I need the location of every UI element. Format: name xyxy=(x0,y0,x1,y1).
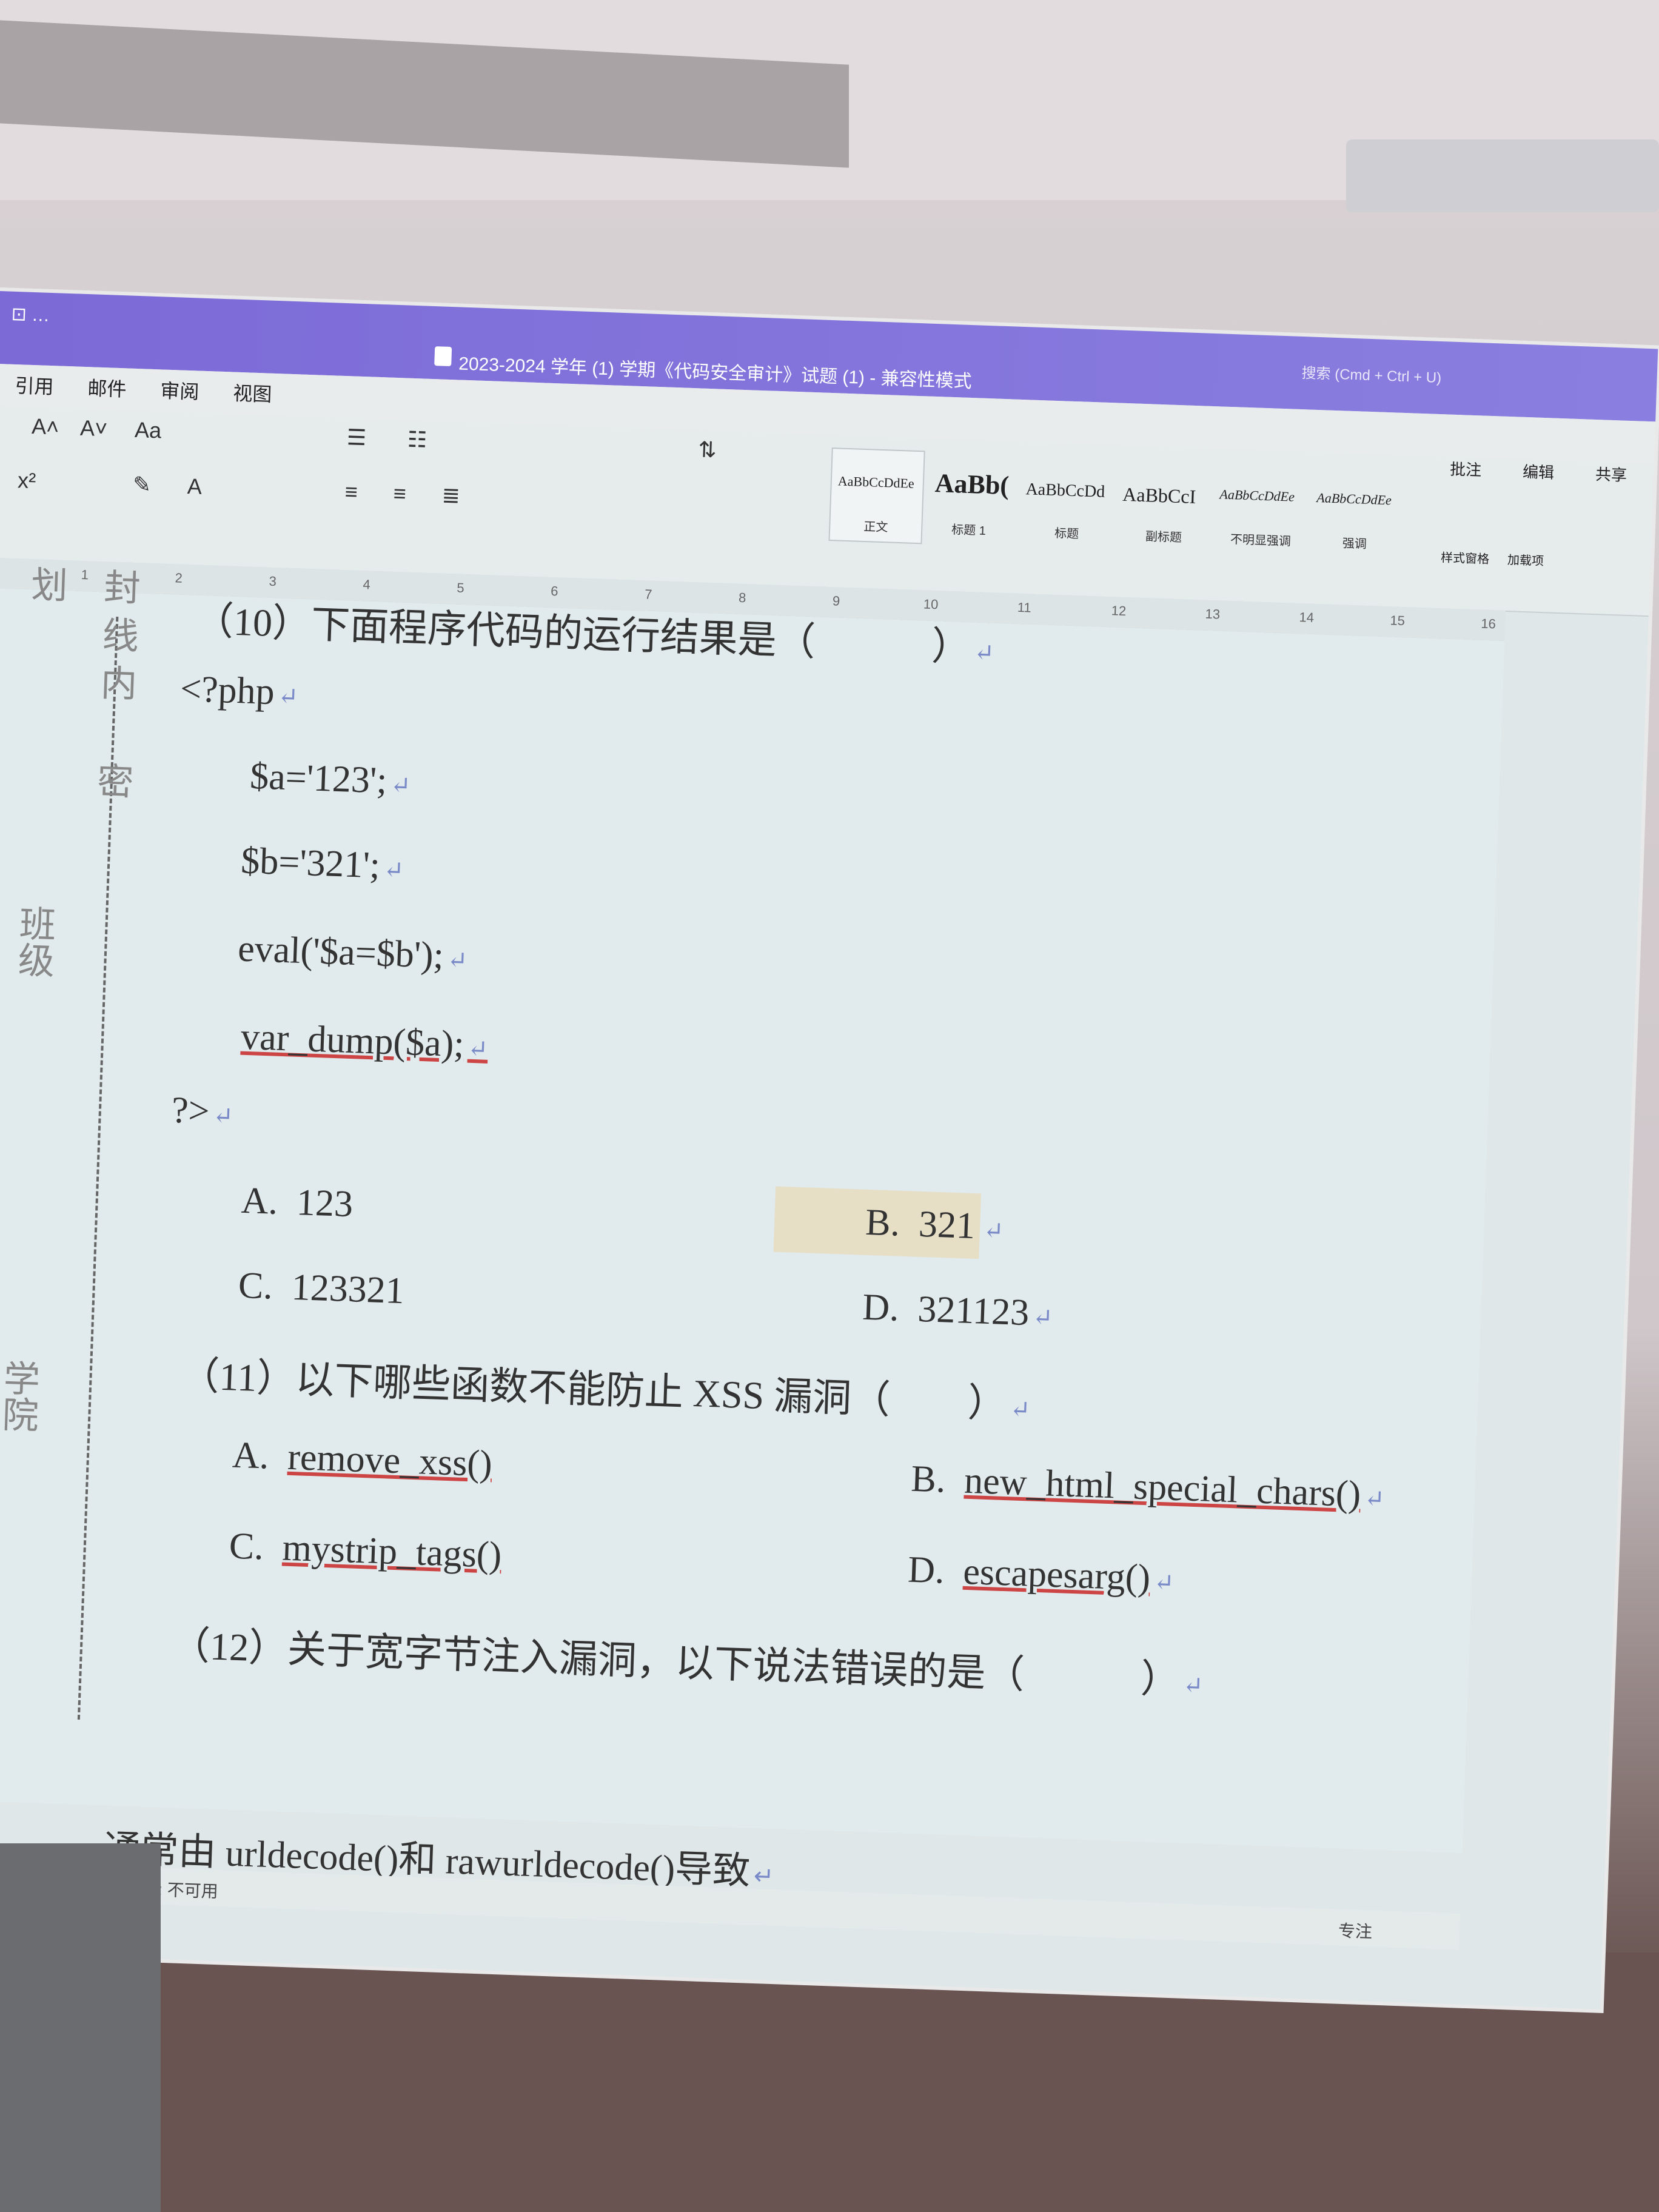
sort-icon[interactable]: ⇅ xyxy=(698,437,717,463)
ruler-tick: 2 xyxy=(175,570,183,586)
ruler-tick: 14 xyxy=(1299,609,1315,625)
option-a: A. remove_xss() xyxy=(232,1434,493,1485)
ruler-tick: 6 xyxy=(550,583,558,599)
window-controls[interactable]: ⊡ … xyxy=(11,304,50,326)
projection-screen: ⊡ … 2023-2024 学年 (1) 学期《代码安全审计》试题 (1) - … xyxy=(0,291,1658,2009)
style-title[interactable]: AaBbCcDd 标题 xyxy=(1022,454,1119,551)
ruler-tick: 10 xyxy=(923,596,939,612)
option-a: A. 123 xyxy=(240,1179,354,1225)
style-subtle-emphasis[interactable]: AaBbCcDdEe 不明显强调 xyxy=(1216,461,1313,557)
code-line: var_dump($a);↵ xyxy=(240,1016,489,1065)
style-heading1[interactable]: AaBb( 标题 1 xyxy=(925,451,1022,548)
ruler-tick: 16 xyxy=(1480,615,1496,632)
seal-text-bottom: 密 xyxy=(90,761,134,800)
share-button[interactable]: 共享 xyxy=(1595,462,1627,486)
ruler-tick: 12 xyxy=(1111,603,1127,619)
speaker xyxy=(0,1843,161,2212)
option-c: C. mystrip_tags() xyxy=(228,1525,503,1577)
ruler-tick: 7 xyxy=(644,586,652,602)
style-subtitle[interactable]: AaBbCcI 副标题 xyxy=(1119,458,1216,554)
question-11: （11）以下哪些函数不能防止 XSS 漏洞（ ）↵ xyxy=(179,1353,1031,1426)
bullets-icon[interactable]: ☰ xyxy=(346,424,367,451)
code-line: eval('$a=$b');↵ xyxy=(237,928,468,977)
option-b-highlighted: B. 321 ↵ xyxy=(773,1186,1005,1259)
seal-corner-text: 划 xyxy=(24,565,69,603)
numbering-icon[interactable]: ☷ xyxy=(407,427,427,453)
ruler-tick: 13 xyxy=(1205,606,1221,622)
superscript-icon[interactable]: x² xyxy=(17,468,36,494)
code-line: $a='123';↵ xyxy=(249,755,412,802)
ruler-tick: 9 xyxy=(832,593,840,609)
ruler-tick: 5 xyxy=(456,580,465,596)
align-left-icon[interactable]: ≡ xyxy=(344,479,358,505)
edit-button[interactable]: 编辑 xyxy=(1523,460,1555,483)
style-normal[interactable]: AaBbCcDdEe 正文 xyxy=(828,447,925,545)
ruler-tick: 4 xyxy=(363,577,371,592)
code-line: $b='321';↵ xyxy=(240,840,404,886)
style-pane-button[interactable]: 样式窗格 xyxy=(1441,548,1490,567)
change-case-icon[interactable]: Aa xyxy=(134,417,161,444)
ruler-tick: 1 xyxy=(81,566,89,583)
ruler-tick: 3 xyxy=(269,573,277,589)
code-line: ?>↵ xyxy=(170,1089,234,1132)
ruler-tick: 8 xyxy=(738,589,746,606)
document-page[interactable]: 划 封 线 内 密 班级 学院 （10）下面程序代码的运行结果是（ ）↵ <?p… xyxy=(0,565,1505,1853)
menu-references[interactable]: 引用 xyxy=(15,370,55,400)
comments-button[interactable]: 批注 xyxy=(1450,457,1482,481)
option-c: C. 123321 xyxy=(237,1264,405,1312)
class-label: 班级 xyxy=(11,904,56,979)
ruler-tick: 11 xyxy=(1017,599,1032,615)
menu-view[interactable]: 视图 xyxy=(233,378,273,407)
option-d: D. 321123↵ xyxy=(862,1286,1054,1334)
code-line: <?php↵ xyxy=(179,668,299,713)
seal-text: 封 线 内 xyxy=(93,567,141,702)
focus-button[interactable]: 专注 xyxy=(1338,1918,1372,1943)
font-size-up-icon[interactable]: A˄ xyxy=(32,414,59,440)
addins-button[interactable]: 加载项 xyxy=(1507,550,1544,569)
justify-icon[interactable]: ≣ xyxy=(441,483,461,509)
search-input[interactable]: 搜索 (Cmd + Ctrl + U) xyxy=(1301,361,1442,387)
projector xyxy=(1346,139,1659,212)
menu-review[interactable]: 审阅 xyxy=(160,375,200,404)
college-label: 学院 xyxy=(0,1358,41,1433)
font-color-icon[interactable]: A xyxy=(187,474,202,500)
option-b: B. new_html_special_chars()↵ xyxy=(910,1458,1386,1515)
option-d: D. escapesarg()↵ xyxy=(907,1549,1175,1599)
style-emphasis[interactable]: AaBbCcDdEe 强调 xyxy=(1313,464,1410,561)
ruler-tick: 15 xyxy=(1390,612,1406,629)
menu-mailings[interactable]: 邮件 xyxy=(87,373,127,402)
highlight-icon[interactable]: ✎ xyxy=(132,472,152,498)
font-size-down-icon[interactable]: A˅ xyxy=(79,415,108,442)
doc-icon xyxy=(434,346,452,367)
question-12: （12）关于宽字节注入漏洞，以下说法错误的是（ ）↵ xyxy=(170,1623,1204,1702)
align-center-icon[interactable]: ≡ xyxy=(393,481,406,507)
